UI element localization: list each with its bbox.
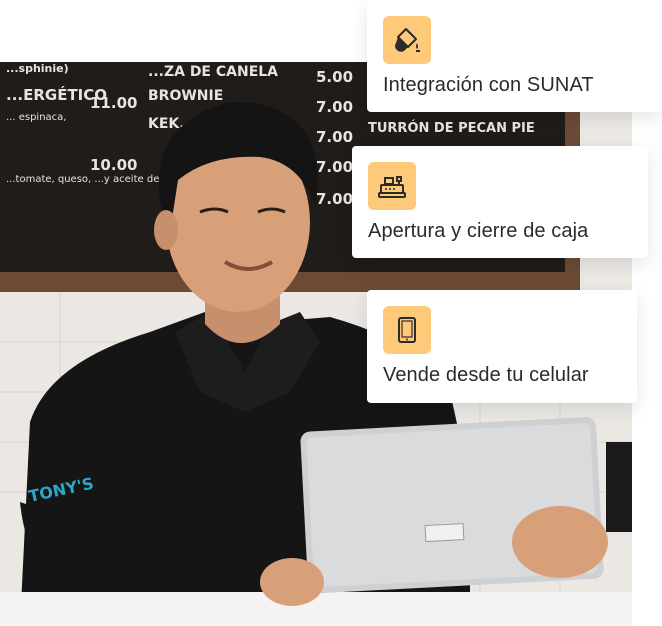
menu-right-price-6: 7.00 (316, 190, 353, 208)
cash-register-icon (368, 162, 416, 210)
feature-label-sunat: Integración con SUNAT (383, 74, 594, 96)
menu-right-price-2: 7.00 (316, 98, 353, 116)
feature-card-caja: Apertura y cierre de caja (352, 146, 648, 258)
menu-right-price-5: 7.00 (316, 158, 353, 176)
menu-right-item-1: ...ZA DE CANELA (148, 64, 278, 80)
feature-card-sunat: Integración con SUNAT (367, 0, 662, 112)
menu-left-price-1: 11.00 (90, 94, 137, 112)
menu-right-price-3: 7.00 (316, 128, 353, 146)
menu-left-partial: ...sphinie) (6, 62, 69, 75)
feature-card-celular: Vende desde tu celular (367, 290, 637, 403)
feature-label-caja: Apertura y cierre de caja (368, 220, 589, 242)
menu-right-price-1: 5.00 (316, 68, 353, 86)
menu-left-price-2: 10.00 (90, 156, 137, 174)
menu-right-item-2: BROWNIE (148, 88, 223, 104)
feature-label-celular: Vende desde tu celular (383, 364, 589, 386)
paint-bucket-icon (383, 16, 431, 64)
menu-right-item-4: TURRÓN DE PECAN PIE (368, 120, 535, 136)
tablet-icon (383, 306, 431, 354)
menu-left-desc-1: ... espinaca, (6, 112, 66, 123)
